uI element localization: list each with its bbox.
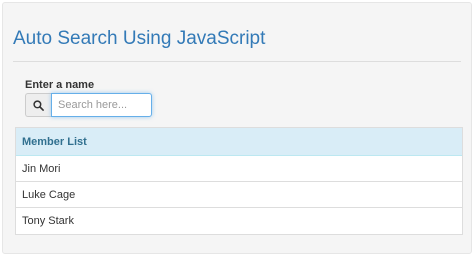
- app-window: Auto Search Using JavaScript Enter a nam…: [0, 0, 474, 256]
- search-input-group: [25, 93, 152, 117]
- search-input[interactable]: [51, 93, 152, 117]
- member-list-table: Member List Jin Mori Luke Cage Tony Star…: [15, 127, 463, 235]
- table-row: Tony Stark: [16, 208, 462, 234]
- page-title: Auto Search Using JavaScript: [13, 28, 266, 49]
- name-field-label: Enter a name: [25, 79, 95, 91]
- member-list-header: Member List: [16, 128, 462, 156]
- main-panel: Auto Search Using JavaScript Enter a nam…: [2, 2, 472, 254]
- search-icon: [25, 93, 51, 117]
- table-row: Jin Mori: [16, 156, 462, 182]
- table-row: Luke Cage: [16, 182, 462, 208]
- title-divider: [13, 61, 461, 62]
